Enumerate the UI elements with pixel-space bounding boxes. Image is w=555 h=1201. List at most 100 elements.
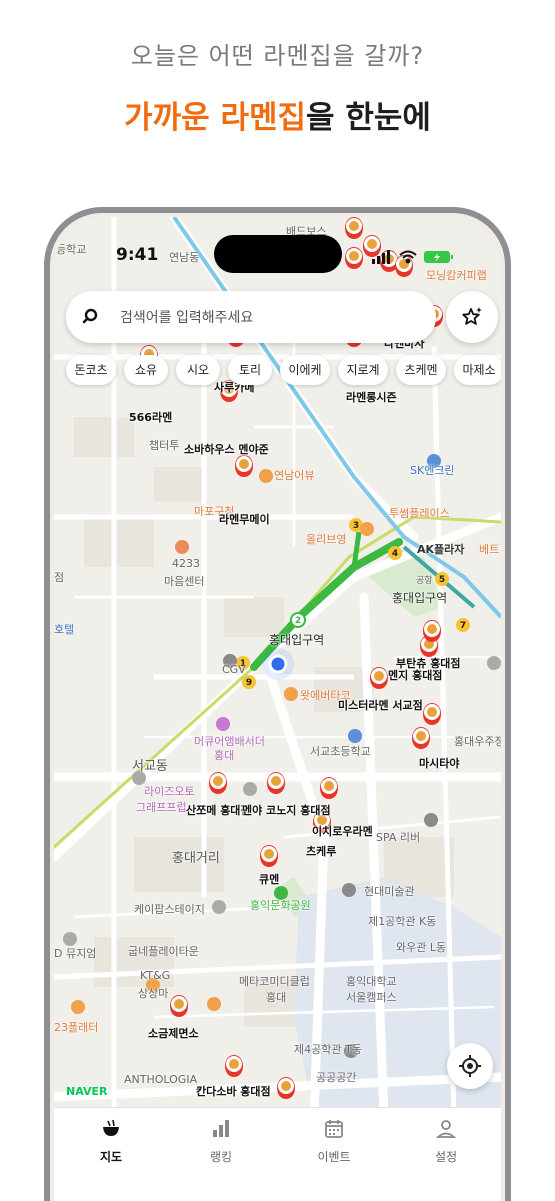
pin-label-menya-konoji[interactable]: 멘야 코노지 홍대점 [242,802,331,818]
map-label-engineering-t: 제4공학관 T동 [294,1043,362,1056]
promo-title: 가까운 라멘집을 한눈에 [0,92,555,137]
chip-tori[interactable]: 토리 [228,355,272,385]
map-label-ktg: KT&G [140,969,171,982]
tab-settings-label: 설정 [434,1150,458,1164]
map-label-graph: 그래프프럽 [136,801,187,814]
map-label-jeom: 점 [54,571,65,584]
map-label-seogyo-school: 서교초등학교 [310,745,371,758]
map-label-hongik-park: 홍익문화공원 [250,899,311,912]
map-label-gubne: 굽네플레이타운 [128,945,199,958]
ramen-pin-icon[interactable] [320,777,338,799]
category-chips: 돈코츠 쇼유 시오 토리 이에케 지로계 츠케멘 마제소 [66,355,501,385]
tab-settings[interactable]: 설정 [416,1118,476,1168]
ramen-pin-icon[interactable] [209,772,227,794]
ramen-pin-icon[interactable] [345,247,363,269]
tab-events[interactable]: 이벤트 [304,1118,364,1168]
ramen-pin-icon[interactable] [260,845,278,867]
search-icon [82,308,98,324]
map-label-yeonnam-view: 연남어뷰 [274,469,315,482]
map-label-d-museum: D 뮤지엄 [54,947,97,960]
pin-label-menji[interactable]: 멘지 홍대점 [388,667,442,683]
dynamic-island [214,235,342,273]
ramen-pin-icon[interactable] [412,727,430,749]
ramen-pin-icon[interactable] [423,620,441,642]
ramen-pin-icon[interactable] [225,1055,243,1077]
map-label-spa: SPA 리버 [376,831,421,844]
chip-shio[interactable]: 시오 [176,355,220,385]
status-icons [372,250,453,264]
subway-marker-9: 9 [246,678,252,688]
subway-marker-2: 2 [295,616,301,626]
map-label-engineering-k: 제1공학관 K동 [368,915,437,928]
pin-label-ramen-mumei[interactable]: 라멘무메이 [219,511,270,527]
chip-jirokei[interactable]: 지로계 [338,355,388,385]
search-placeholder: 검색어를 입력해주세요 [120,310,254,326]
person-icon [435,1120,457,1138]
chip-mazesoba[interactable]: 마제소 [454,355,501,385]
map-label-bett: 베트 [479,543,500,556]
map-label-hongik-univ-2: 서울캠퍼스 [346,991,397,1004]
subway-marker-3: 3 [353,521,359,531]
sparkle-star-icon [462,307,482,325]
map-label-public-space: 공공공간 [316,1071,357,1084]
current-location-button[interactable] [447,1043,493,1089]
chip-iekei[interactable]: 이에케 [280,355,330,385]
pin-label-tsukeru[interactable]: 츠케루 [306,843,336,859]
naver-logo: NAVER [66,1085,108,1098]
map-label-4233: 4233 [172,557,200,570]
map-label-hyundai-art: 현대미술관 [364,885,415,898]
pin-label-sanjjome[interactable]: 산쪼메 홍대점 [186,802,251,818]
pin-label-sogeum[interactable]: 소금제면소 [148,1025,199,1041]
map-label-ak-plaza: AK플라자 [417,543,465,556]
ramen-pin-icon[interactable] [277,1077,295,1099]
map-label-platter: 23플래터 [54,1021,99,1034]
ramen-bowl-icon [103,1119,119,1136]
ramen-pin-icon[interactable] [370,667,388,689]
map-label-metaverse-2: 홍대 [266,991,287,1004]
ramen-pin-icon[interactable] [423,703,441,725]
pin-label-ichirou[interactable]: 이치로우라멘 [312,823,373,839]
search-bar[interactable]: 검색어를 입력해주세요 [66,291,436,343]
map-label-hongik-station-2: 홍대입구역 [392,591,448,605]
pin-label-kyumen[interactable]: 큐멘 [259,871,279,887]
map-label-chapter: 챕터투 [149,439,180,452]
promo-title-highlight: 가까운 라멘집 [124,100,307,136]
map-label-hongik-station: 홍대입구역 [269,633,325,647]
map-label-sk-enclean: SK엔크린 [410,464,455,477]
tab-map-label: 지도 [99,1150,123,1164]
map-label-hongdae-street: 홍대거리 [172,851,220,866]
tab-ranking-label: 랭킹 [209,1150,233,1164]
chip-tsukemen[interactable]: 츠케멘 [396,355,446,385]
tab-events-label: 이벤트 [317,1150,351,1164]
pin-label-sobahouse[interactable]: 소바하우스 멘야준 [184,441,269,457]
map-label-morning-calm: 모닝캄커피랩 [426,269,487,282]
pin-label-mister-ramen[interactable]: 미스터라멘 서교점 [338,697,423,713]
phone-frame: 2 3 4 5 7 9 1 등학교 배드보스 연남동 모닝캄커피랩 라멘바사 사… [44,207,511,1201]
chip-tonkotsu[interactable]: 돈코츠 [66,355,116,385]
status-time: 9:41 [116,245,159,265]
favorites-button[interactable] [446,291,498,343]
subway-marker-7: 7 [460,621,466,631]
promo-title-rest: 을 한눈에 [306,100,431,136]
ramen-pin-icon[interactable] [345,217,363,239]
tab-ranking[interactable]: 랭킹 [191,1118,251,1168]
pin-label-566ramen[interactable]: 566라멘 [129,409,172,425]
ramen-pin-icon[interactable] [170,995,188,1017]
map-label-hongdae-space: 홍대우주정 [454,735,501,748]
ramen-pin-icon[interactable] [267,772,285,794]
chip-shoyu[interactable]: 쇼유 [124,355,168,385]
map-label-olive-young: 올리브영 [306,533,347,546]
pin-label-mashitaya[interactable]: 마시타야 [419,755,459,771]
map-label-school: 등학교 [56,243,87,256]
map-label-yeonnam-dong: 연남동 [169,251,200,264]
map-label-anthologia: ANTHOLOGIA [124,1073,198,1086]
app-screen: 2 3 4 5 7 9 1 등학교 배드보스 연남동 모닝캄커피랩 라멘바사 사… [54,217,501,1201]
crosshair-icon [459,1055,481,1077]
ramen-pin-icon[interactable] [235,455,253,477]
pin-label-ramen-long-season[interactable]: 라멘롱시즌 [346,389,397,405]
tab-map[interactable]: 지도 [81,1118,141,1168]
map-label-ktg-2: 상상마 [138,987,169,1000]
wifi-icon [399,250,417,264]
pin-label-kandasoba[interactable]: 칸다소바 홍대점 [196,1083,271,1099]
subway-marker-4: 4 [392,549,398,559]
